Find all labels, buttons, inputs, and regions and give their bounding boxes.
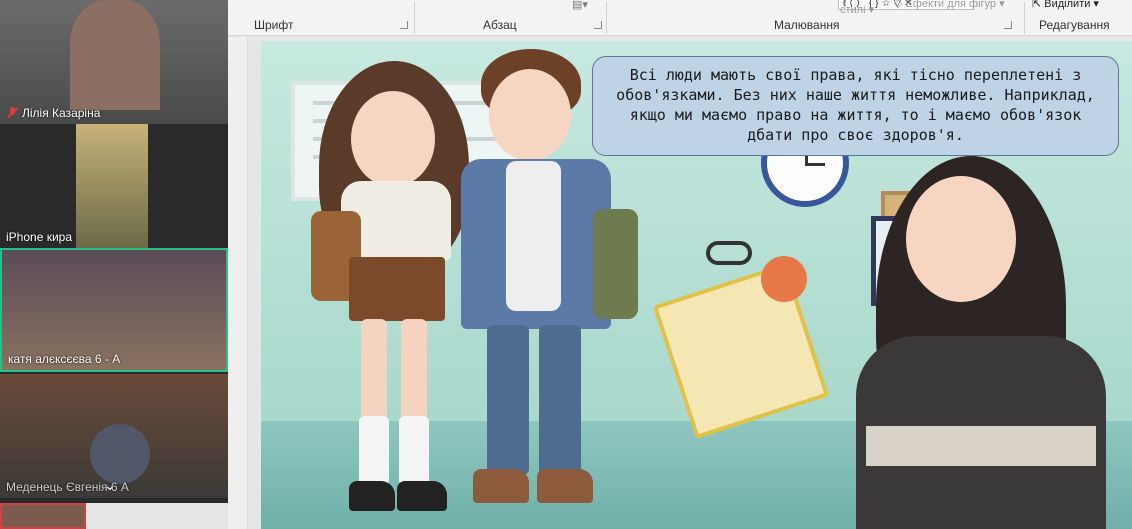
participant-name-text: Лілія Казаріна <box>22 106 101 120</box>
participant-video <box>90 424 150 484</box>
effects-label: Ефекти для фігур <box>905 0 997 10</box>
participant-tile[interactable]: Лілія Казаріна <box>0 0 228 124</box>
speech-text: Всі люди мають свої права, які тісно пер… <box>616 66 1095 144</box>
paragraph-group-label: Абзац <box>483 18 517 32</box>
paragraph-dialog-launcher-icon[interactable] <box>594 21 602 29</box>
participant-video <box>70 0 160 110</box>
chevron-down-icon[interactable]: ⌄ <box>104 478 116 494</box>
participant-video <box>76 124 148 248</box>
gavel-illustration <box>761 256 807 302</box>
editing-group-label: Редагування <box>1039 18 1110 32</box>
select-button[interactable]: ⇱ Виділити ▾ <box>1032 0 1099 10</box>
select-label: Виділити <box>1044 0 1091 10</box>
drawing-dialog-launcher-icon[interactable] <box>1004 21 1012 29</box>
slide-canvas[interactable]: Всі люди мають свої права, які тісно пер… <box>261 41 1132 529</box>
bottom-strip <box>86 503 228 529</box>
drawing-group-label: Малювання <box>774 18 840 32</box>
styles-label: стилі <box>840 4 866 16</box>
ribbon-separator <box>414 2 415 34</box>
slide-thumbnail-strip <box>228 37 248 529</box>
styles-button[interactable]: стилі ▾ <box>840 3 874 16</box>
font-dialog-launcher-icon[interactable] <box>400 21 408 29</box>
girl-in-sweater-illustration <box>836 156 1132 529</box>
ribbon: Шрифт Абзац ▤▾ ℓ⟨⟩ {}☆▽✕ стилі ▾ ◇ Ефект… <box>228 0 1132 36</box>
font-group-label: Шрифт <box>254 18 294 32</box>
effects-button[interactable]: ◇ Ефекти для фігур ▾ <box>894 0 1005 10</box>
mic-off-icon <box>6 107 18 119</box>
participant-name: Лілія Казаріна <box>6 106 100 120</box>
align-dropdown-icon[interactable]: ▤▾ <box>572 0 588 11</box>
participant-name: катя алєксєєва 6 - А <box>8 352 121 366</box>
slide-thumbnail[interactable] <box>0 503 86 529</box>
ribbon-separator <box>606 2 607 34</box>
glasses-illustration <box>706 241 752 265</box>
participant-name: iPhone кира <box>6 230 72 244</box>
participant-tile-active[interactable]: катя алєксєєва 6 - А <box>0 248 228 372</box>
ribbon-separator <box>1024 2 1025 34</box>
participant-tile[interactable]: iPhone кира <box>0 124 228 248</box>
participants-panel: Лілія Казаріна iPhone кира катя алєксєєв… <box>0 0 228 503</box>
speech-text-box[interactable]: Всі люди мають свої права, які тісно пер… <box>592 56 1119 156</box>
screen: Шрифт Абзац ▤▾ ℓ⟨⟩ {}☆▽✕ стилі ▾ ◇ Ефект… <box>0 0 1132 529</box>
